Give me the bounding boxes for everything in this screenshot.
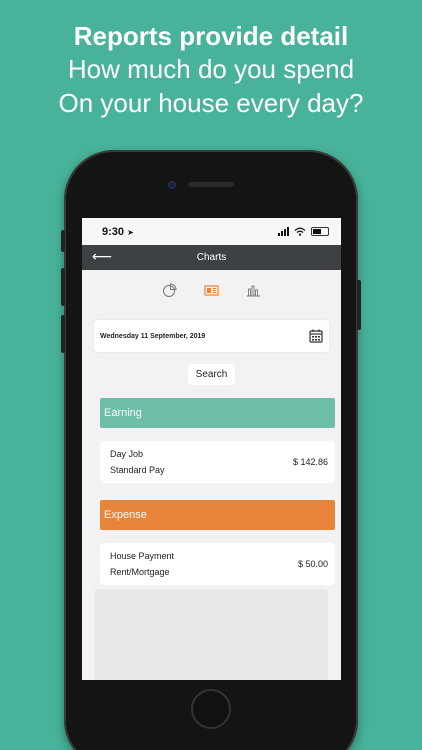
- promo-headline: Reports provide detail How much do you s…: [0, 20, 422, 120]
- status-time: 9:30 ➤: [102, 225, 134, 238]
- camera-icon: [168, 181, 176, 189]
- promo-line-2: How much do you spend: [67, 54, 355, 84]
- earning-item-name: Day Job: [110, 449, 144, 459]
- earning-item[interactable]: Day Job Standard Pay $ 142.86: [100, 441, 335, 483]
- tab-pie-chart[interactable]: [162, 282, 178, 298]
- search-button[interactable]: Search: [187, 364, 236, 385]
- date-picker[interactable]: Wednesday 11 September, 2019: [94, 320, 329, 352]
- battery-icon: [311, 227, 329, 236]
- promo-line-3: On your house every day?: [58, 88, 364, 118]
- report-icon: [204, 284, 219, 296]
- speaker-grille: [188, 182, 234, 187]
- earning-section: Earning Day Job Standard Pay $ 142.86: [100, 398, 335, 483]
- nav-bar: ⟵ Charts: [82, 245, 341, 270]
- expense-header[interactable]: Expense: [100, 500, 335, 530]
- expense-item-category: Rent/Mortgage: [110, 567, 170, 577]
- tab-bar-chart[interactable]: [246, 282, 262, 298]
- expense-item-amount: $ 50.00: [297, 559, 328, 569]
- empty-content-area: [94, 589, 328, 680]
- expense-item-name: House Payment: [110, 551, 175, 561]
- earning-header[interactable]: Earning: [100, 398, 335, 428]
- wifi-icon: [294, 227, 306, 236]
- back-arrow-icon[interactable]: ⟵: [92, 248, 112, 265]
- earning-item-amount: $ 142.86: [292, 457, 328, 467]
- app-screen: 9:30 ➤ ⟵ Charts Wednesday 11 September, …: [82, 218, 341, 680]
- date-value: Wednesday 11 September, 2019: [100, 332, 206, 340]
- page-title: Charts: [196, 252, 227, 263]
- volume-up-button: [61, 268, 65, 306]
- expense-section: Expense House Payment Rent/Mortgage $ 50…: [100, 500, 335, 585]
- status-bar: 9:30 ➤: [82, 218, 341, 245]
- power-button: [357, 280, 361, 330]
- earning-item-category: Standard Pay: [110, 465, 165, 475]
- promo-title: Reports provide detail: [73, 21, 349, 51]
- tab-report[interactable]: [204, 282, 220, 298]
- volume-down-button: [61, 315, 65, 353]
- home-button[interactable]: [191, 689, 231, 729]
- signal-icon: [278, 227, 289, 236]
- location-arrow-icon: ➤: [127, 227, 134, 237]
- pie-chart-icon: [163, 282, 177, 297]
- mute-switch: [61, 230, 65, 252]
- expense-item[interactable]: House Payment Rent/Mortgage $ 50.00: [100, 543, 335, 585]
- search-row: Search: [82, 364, 341, 385]
- calendar-icon[interactable]: [309, 329, 323, 343]
- bar-chart-icon: [247, 285, 260, 296]
- chart-type-tabs: [82, 282, 341, 302]
